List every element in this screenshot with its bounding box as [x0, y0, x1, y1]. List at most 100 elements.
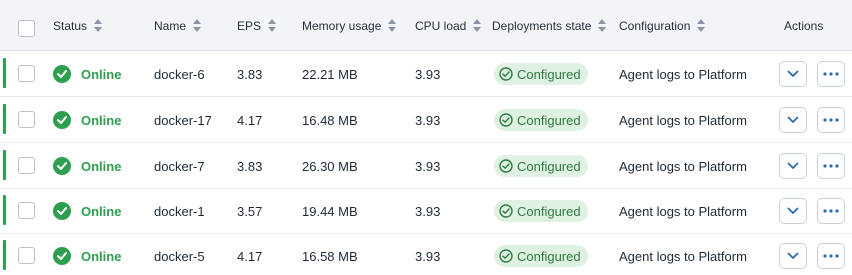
table-row[interactable]: Online docker-17 4.17 16.48 MB 3.93 Conf…	[0, 97, 852, 143]
column-header-label: Configuration	[619, 18, 691, 33]
column-header-actions: Actions	[784, 0, 823, 51]
memory-cell: 26.30 MB	[302, 158, 358, 174]
cpu-cell: 3.93	[415, 158, 441, 174]
status-indicator-bar	[3, 150, 6, 180]
sort-icon[interactable]	[193, 19, 202, 32]
status-cell: Online	[53, 143, 121, 189]
table-row[interactable]: Online docker-5 4.17 16.58 MB 3.93 Confi…	[0, 233, 852, 275]
table-row[interactable]: Online docker-1 3.57 19.44 MB 3.93 Confi…	[0, 188, 852, 234]
deployment-cell: Configured	[494, 188, 588, 234]
status-label: Online	[81, 112, 122, 128]
eps-cell: 3.83	[237, 158, 263, 174]
column-header-deployments[interactable]: Deployments state	[492, 0, 607, 51]
memory-cell: 19.44 MB	[302, 203, 358, 219]
configuration-cell: Agent logs to Platform	[619, 158, 747, 174]
column-header-label: Memory usage	[302, 18, 382, 33]
column-header-status[interactable]: Status	[53, 0, 103, 51]
deployment-cell: Configured	[494, 143, 588, 189]
expand-button[interactable]	[779, 107, 807, 133]
eps-cell: 3.57	[237, 203, 263, 219]
chevron-down-icon	[787, 162, 799, 169]
badge-label: Configured	[517, 158, 581, 174]
memory-cell: 16.48 MB	[302, 112, 358, 128]
table-row[interactable]: Online docker-6 3.83 22.21 MB 3.93 Confi…	[0, 51, 852, 97]
name-cell: docker-6	[154, 66, 205, 82]
status-badge: Configured	[494, 245, 588, 267]
status-indicator-bar	[3, 104, 6, 134]
sort-icon[interactable]	[268, 19, 277, 32]
column-header-eps[interactable]: EPS	[237, 0, 277, 51]
column-header-memory[interactable]: Memory usage	[302, 0, 397, 51]
sort-icon[interactable]	[388, 19, 397, 32]
status-cell: Online	[53, 97, 121, 143]
eps-cell: 3.83	[237, 66, 263, 82]
sort-icon[interactable]	[473, 19, 482, 32]
badge-label: Configured	[517, 203, 581, 219]
status-indicator-bar	[3, 195, 6, 225]
check-circle-outline-icon	[499, 159, 513, 173]
status-badge: Configured	[494, 200, 588, 222]
cpu-cell: 3.93	[415, 203, 441, 219]
more-actions-button[interactable]	[817, 107, 845, 133]
more-actions-button[interactable]	[817, 243, 845, 269]
status-indicator-bar	[3, 240, 6, 270]
cpu-cell: 3.93	[415, 112, 441, 128]
check-circle-outline-icon	[499, 204, 513, 218]
column-header-label: EPS	[237, 18, 262, 33]
status-label: Online	[81, 203, 122, 219]
chevron-down-icon	[787, 207, 799, 214]
row-checkbox[interactable]	[18, 157, 35, 174]
table-row[interactable]: Online docker-7 3.83 26.30 MB 3.93 Confi…	[0, 143, 852, 189]
more-horizontal-icon	[823, 209, 839, 213]
name-cell: docker-7	[154, 158, 205, 174]
expand-button[interactable]	[779, 153, 807, 179]
row-checkbox[interactable]	[18, 202, 35, 219]
status-cell: Online	[53, 188, 121, 234]
row-checkbox[interactable]	[18, 111, 35, 128]
sort-icon[interactable]	[697, 19, 706, 32]
sort-icon[interactable]	[94, 19, 103, 32]
deployment-cell: Configured	[494, 51, 588, 97]
row-checkbox[interactable]	[18, 65, 35, 82]
deployment-cell: Configured	[494, 233, 588, 275]
check-circle-outline-icon	[499, 113, 513, 127]
expand-button[interactable]	[779, 198, 807, 224]
sort-icon[interactable]	[598, 19, 607, 32]
more-horizontal-icon	[823, 254, 839, 258]
more-horizontal-icon	[823, 164, 839, 168]
column-header-configuration[interactable]: Configuration	[619, 0, 706, 51]
status-badge: Configured	[494, 109, 588, 131]
memory-cell: 22.21 MB	[302, 66, 358, 82]
cpu-cell: 3.93	[415, 248, 441, 264]
badge-label: Configured	[517, 66, 581, 82]
expand-button[interactable]	[779, 243, 807, 269]
select-all-checkbox[interactable]	[18, 20, 35, 37]
column-header-label: Name	[154, 18, 187, 33]
status-badge: Configured	[494, 155, 588, 177]
more-actions-button[interactable]	[817, 153, 845, 179]
status-label: Online	[81, 158, 122, 174]
name-cell: docker-1	[154, 203, 205, 219]
more-actions-button[interactable]	[817, 198, 845, 224]
more-actions-button[interactable]	[817, 61, 845, 87]
status-badge: Configured	[494, 63, 588, 85]
more-horizontal-icon	[823, 118, 839, 122]
expand-button[interactable]	[779, 61, 807, 87]
cpu-cell: 3.93	[415, 66, 441, 82]
row-checkbox[interactable]	[18, 247, 35, 264]
name-cell: docker-5	[154, 248, 205, 264]
configuration-cell: Agent logs to Platform	[619, 248, 747, 264]
check-circle-icon	[53, 111, 71, 129]
column-header-label: Actions	[784, 18, 824, 33]
configuration-cell: Agent logs to Platform	[619, 203, 747, 219]
status-cell: Online	[53, 233, 121, 275]
badge-label: Configured	[517, 112, 581, 128]
check-circle-icon	[53, 65, 71, 83]
column-header-name[interactable]: Name	[154, 0, 202, 51]
table-header: Status Name EPS Memory usage CPU load De…	[0, 0, 852, 51]
eps-cell: 4.17	[237, 112, 263, 128]
badge-label: Configured	[517, 248, 581, 264]
column-header-cpu[interactable]: CPU load	[415, 0, 482, 51]
configuration-cell: Agent logs to Platform	[619, 66, 747, 82]
chevron-down-icon	[787, 70, 799, 77]
